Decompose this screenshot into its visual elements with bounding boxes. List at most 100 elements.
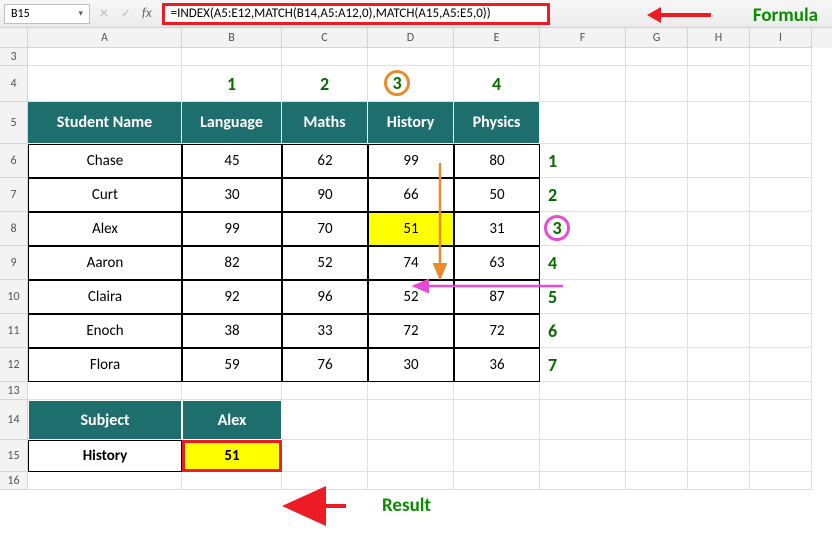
cell[interactable] (626, 178, 688, 212)
cell[interactable] (28, 472, 182, 490)
data-cell[interactable]: 80 (454, 144, 540, 178)
cell[interactable] (454, 400, 540, 440)
lookup-subject[interactable]: History (28, 440, 182, 472)
top-index-2[interactable]: 2 (282, 66, 368, 102)
data-cell[interactable]: 52 (282, 246, 368, 280)
cancel-icon[interactable]: ✕ (96, 6, 112, 22)
cell[interactable] (626, 212, 688, 246)
table-header[interactable]: Student Name (28, 102, 182, 144)
student-name[interactable]: Claira (28, 280, 182, 314)
cell[interactable] (688, 382, 750, 400)
cell[interactable] (626, 144, 688, 178)
data-cell[interactable]: 31 (454, 212, 540, 246)
col-header-E[interactable]: E (454, 28, 540, 48)
table-header[interactable]: Physics (454, 102, 540, 144)
row-header-8[interactable]: 8 (0, 212, 28, 246)
row-header-9[interactable]: 9 (0, 246, 28, 280)
cell[interactable] (626, 66, 688, 102)
row-header-7[interactable]: 7 (0, 178, 28, 212)
cell[interactable] (750, 280, 812, 314)
name-box[interactable]: B15 (4, 4, 90, 24)
data-cell[interactable]: 30 (182, 178, 282, 212)
cell[interactable] (750, 382, 812, 400)
side-index-7[interactable]: 7 (540, 348, 626, 382)
side-index-6[interactable]: 6 (540, 314, 626, 348)
data-cell[interactable]: 62 (282, 144, 368, 178)
cell[interactable] (626, 246, 688, 280)
data-cell[interactable]: 87 (454, 280, 540, 314)
data-cell[interactable]: 99 (368, 144, 454, 178)
cell[interactable] (750, 246, 812, 280)
cell[interactable] (688, 144, 750, 178)
fx-icon[interactable]: fx (140, 6, 154, 21)
cell[interactable] (626, 400, 688, 440)
student-name[interactable]: Chase (28, 144, 182, 178)
formula-input[interactable]: =INDEX(A5:E12,MATCH(B14,A5:A12,0),MATCH(… (162, 3, 550, 25)
data-cell[interactable]: 30 (368, 348, 454, 382)
cell[interactable] (282, 400, 368, 440)
cell[interactable] (750, 348, 812, 382)
cell[interactable] (182, 48, 282, 66)
data-cell[interactable]: 76 (282, 348, 368, 382)
cell[interactable] (28, 48, 182, 66)
data-cell[interactable]: 63 (454, 246, 540, 280)
top-index-1[interactable]: 1 (182, 66, 282, 102)
table-header[interactable]: Maths (282, 102, 368, 144)
cell[interactable] (540, 472, 626, 490)
cell[interactable] (540, 102, 626, 144)
cell[interactable] (626, 314, 688, 348)
data-cell[interactable]: 96 (282, 280, 368, 314)
cell[interactable] (688, 102, 750, 144)
cell[interactable] (688, 348, 750, 382)
cell[interactable] (688, 280, 750, 314)
data-cell[interactable]: 50 (454, 178, 540, 212)
cell[interactable] (454, 472, 540, 490)
top-index-4[interactable]: 4 (454, 66, 540, 102)
cell[interactable] (28, 66, 182, 102)
cell[interactable] (750, 48, 812, 66)
row-header-10[interactable]: 10 (0, 280, 28, 314)
cell[interactable] (626, 48, 688, 66)
cell[interactable] (626, 472, 688, 490)
row-header-6[interactable]: 6 (0, 144, 28, 178)
cell[interactable] (688, 178, 750, 212)
cell[interactable] (750, 314, 812, 348)
cell[interactable] (688, 212, 750, 246)
data-cell[interactable]: 51 (368, 212, 454, 246)
cell[interactable] (688, 48, 750, 66)
cell[interactable] (626, 382, 688, 400)
student-name[interactable]: Aaron (28, 246, 182, 280)
cell[interactable] (750, 472, 812, 490)
col-header-H[interactable]: H (688, 28, 750, 48)
cell[interactable] (368, 382, 454, 400)
cell[interactable] (182, 382, 282, 400)
col-header-C[interactable]: C (282, 28, 368, 48)
lookup-subject-header[interactable]: Subject (28, 400, 182, 440)
cell[interactable] (626, 280, 688, 314)
data-cell[interactable]: 72 (454, 314, 540, 348)
cell[interactable] (688, 440, 750, 472)
cell[interactable] (282, 48, 368, 66)
cell[interactable] (540, 66, 626, 102)
cell[interactable] (688, 66, 750, 102)
row-header-16[interactable]: 16 (0, 472, 28, 490)
row-header-14[interactable]: 14 (0, 400, 28, 440)
cell[interactable] (750, 66, 812, 102)
col-header-I[interactable]: I (750, 28, 812, 48)
cell[interactable] (540, 400, 626, 440)
col-header-B[interactable]: B (182, 28, 282, 48)
col-header-A[interactable]: A (28, 28, 182, 48)
data-cell[interactable]: 38 (182, 314, 282, 348)
data-cell[interactable]: 74 (368, 246, 454, 280)
data-cell[interactable]: 59 (182, 348, 282, 382)
cell[interactable] (182, 472, 282, 490)
cell[interactable] (688, 472, 750, 490)
col-header-G[interactable]: G (626, 28, 688, 48)
side-index-2[interactable]: 2 (540, 178, 626, 212)
cell[interactable] (688, 400, 750, 440)
cell[interactable] (282, 472, 368, 490)
data-cell[interactable]: 36 (454, 348, 540, 382)
data-cell[interactable]: 52 (368, 280, 454, 314)
student-name[interactable]: Curt (28, 178, 182, 212)
row-header-5[interactable]: 5 (0, 102, 28, 144)
